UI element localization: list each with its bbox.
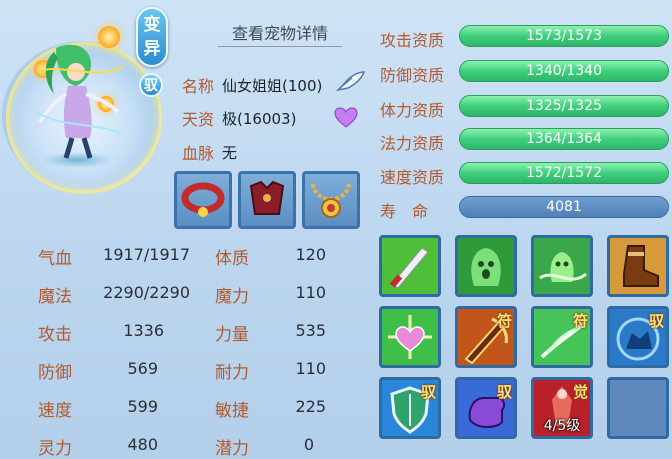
mount-badge[interactable]: 驭 (139, 73, 163, 97)
transform-label-2: 异 (143, 39, 161, 59)
skill-slot-6[interactable]: 符 (455, 306, 517, 368)
stat-label-speed: 速度 (38, 401, 72, 421)
aptitude-bar-mana: 1364/1364 (459, 128, 669, 150)
stat-value-spirit: 480 (127, 435, 158, 454)
skill-tag-mount: 驭 (496, 383, 512, 401)
aptitude-label-attack: 攻击资质 (380, 31, 445, 50)
green-ghost-icon (458, 238, 514, 294)
stat-value-attack: 1336 (123, 321, 164, 340)
attr-value-agility: 225 (295, 397, 326, 416)
skill-slot-3[interactable] (531, 235, 593, 297)
gold-necklace-icon (311, 183, 351, 218)
skill-tag-mount: 驭 (420, 383, 436, 401)
skill-slot-5[interactable] (379, 306, 441, 368)
red-armor-icon (249, 180, 285, 215)
green-ghost-wind-icon (534, 238, 590, 294)
lifespan-bar: 4081 (459, 196, 669, 218)
empty-slot-icon (610, 380, 666, 436)
skill-tag-awaken: 觉 (572, 383, 588, 401)
skill-slot-7[interactable]: 符 (531, 306, 593, 368)
skill-slot-10[interactable]: 驭 (455, 377, 517, 439)
aptitude-bar-attack: 1573/1573 (459, 25, 669, 47)
aptitude-label-mana: 法力资质 (380, 134, 445, 153)
skill-slot-12-empty[interactable] (607, 377, 669, 439)
attr-label-magic: 魔力 (215, 287, 249, 307)
skill-tag-talisman: 符 (496, 312, 512, 330)
transform-badge[interactable]: 变 异 (136, 7, 168, 67)
attr-value-potential: 0 (303, 435, 314, 454)
skill-slot-4[interactable] (607, 235, 669, 297)
boot-icon (610, 238, 666, 294)
attr-value-constitution: 120 (295, 245, 326, 264)
attr-label-agility: 敏捷 (215, 401, 249, 421)
skill-slot-11[interactable]: 觉 4/5级 (531, 377, 593, 439)
attr-label-constitution: 体质 (215, 249, 249, 269)
equipment-slot-collar[interactable] (174, 171, 232, 229)
stat-label-defense: 防御 (38, 363, 72, 383)
bloodline-label: 血脉 (182, 144, 215, 163)
attr-label-strength: 力量 (215, 325, 249, 345)
lifespan-label: 寿 命 (380, 202, 429, 221)
skill-level: 4/5级 (543, 418, 581, 434)
aptitude-label-defense: 防御资质 (380, 66, 445, 85)
transform-label-1: 变 (143, 15, 161, 35)
talent-label: 天资 (182, 110, 215, 129)
heart-icon[interactable] (334, 107, 358, 129)
skill-slot-2[interactable] (455, 235, 517, 297)
red-collar-icon (181, 182, 225, 217)
stat-value-speed: 599 (127, 397, 158, 416)
attr-value-endurance: 110 (295, 359, 326, 378)
aptitude-label-stamina: 体力资质 (380, 101, 445, 120)
stat-value-defense: 569 (127, 359, 158, 378)
name-value: 仙女姐姐(100) (222, 77, 323, 95)
skill-tag-talisman: 符 (572, 312, 588, 330)
heart-light-icon (382, 309, 438, 365)
attr-value-strength: 535 (295, 321, 326, 340)
aptitude-bar-speed: 1572/1572 (459, 162, 669, 184)
stat-value-mp: 2290/2290 (103, 283, 190, 302)
skill-slot-9[interactable]: 驭 (379, 377, 441, 439)
bloodline-value: 无 (222, 144, 238, 162)
aptitude-bar-defense: 1340/1340 (459, 60, 669, 82)
skill-tag-mount: 驭 (648, 312, 664, 330)
attr-label-potential: 潜力 (215, 439, 249, 459)
talent-value: 极(16003) (222, 110, 297, 128)
stat-label-hp: 气血 (38, 249, 72, 269)
stat-label-spirit: 灵力 (38, 439, 72, 459)
stat-value-hp: 1917/1917 (103, 245, 190, 264)
aptitude-label-speed: 速度资质 (380, 168, 445, 187)
skill-slot-8[interactable]: 驭 (607, 306, 669, 368)
aptitude-bar-stamina: 1325/1325 (459, 95, 669, 117)
view-pet-detail-link[interactable]: 查看宠物详情 (218, 20, 342, 47)
attr-label-endurance: 耐力 (215, 363, 249, 383)
pet-fairy-figure (35, 44, 125, 159)
rename-quill-icon[interactable] (336, 70, 366, 92)
equipment-slot-armor[interactable] (238, 171, 296, 229)
name-label: 名称 (182, 77, 215, 96)
equipment-slot-necklace[interactable] (302, 171, 360, 229)
sword-strike-icon (382, 238, 438, 294)
skill-slot-1[interactable] (379, 235, 441, 297)
stat-label-attack: 攻击 (38, 325, 72, 345)
attr-value-magic: 110 (295, 283, 326, 302)
stat-label-mp: 魔法 (38, 287, 72, 307)
